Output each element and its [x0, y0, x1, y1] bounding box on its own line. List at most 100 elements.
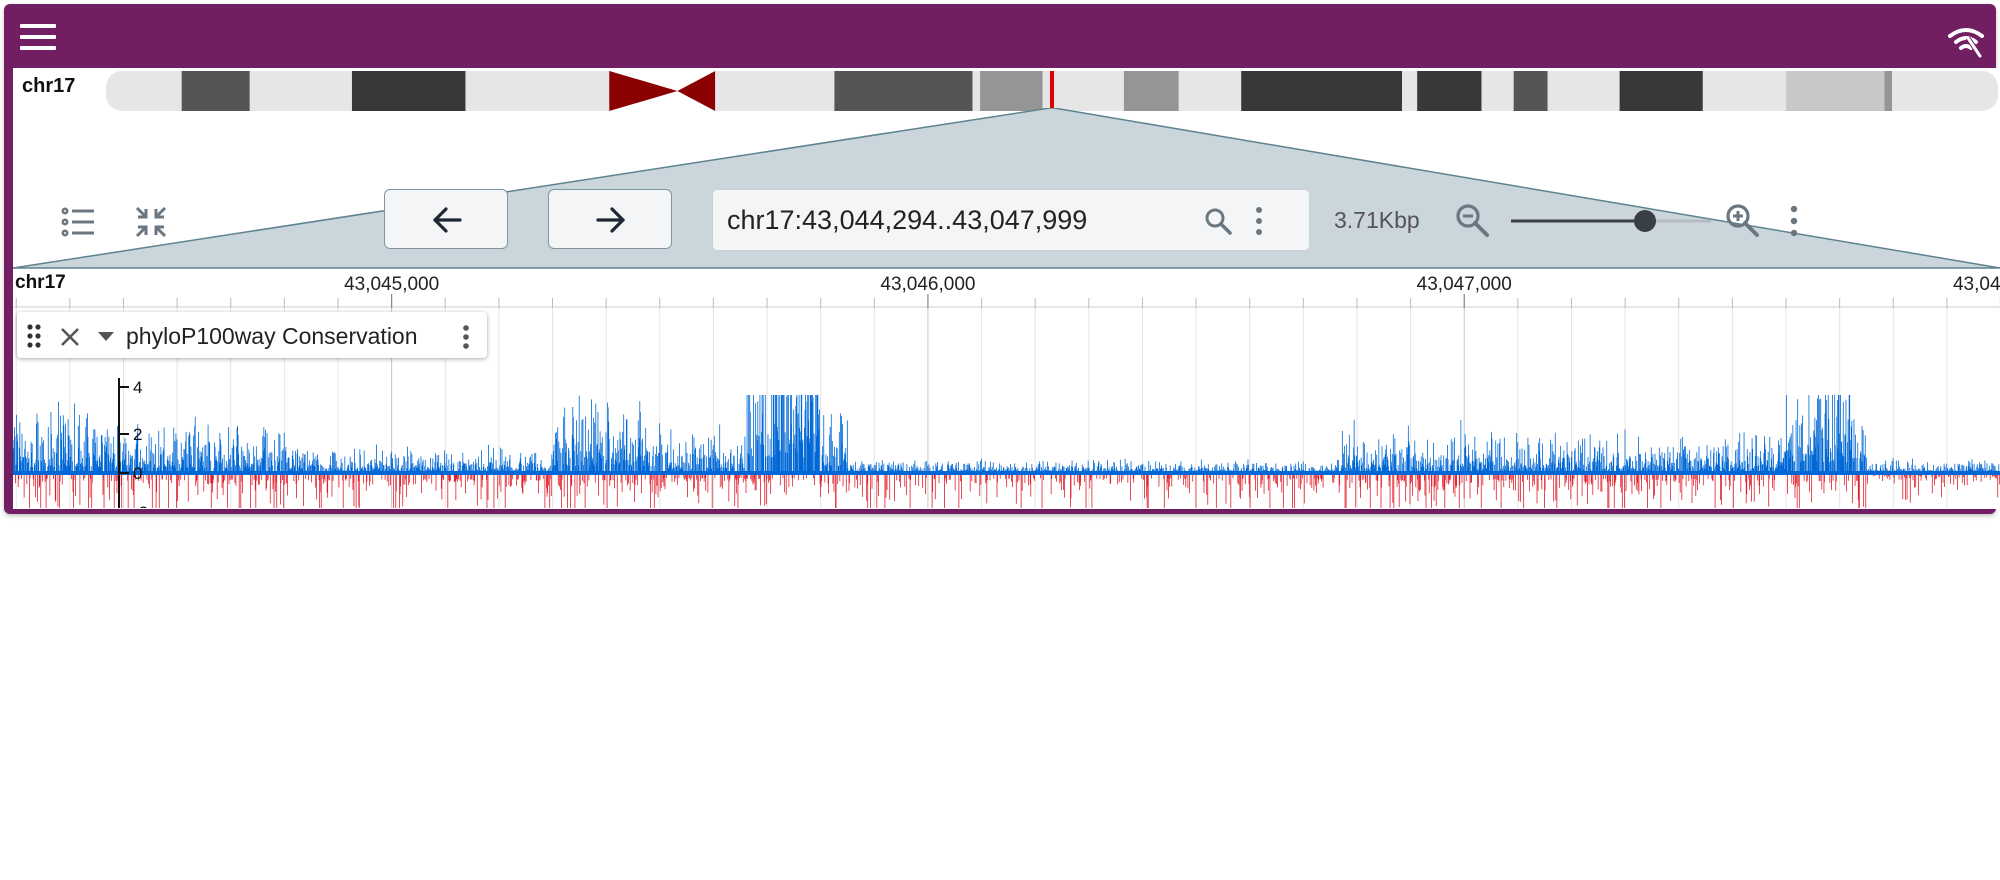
search-icon[interactable] — [1204, 207, 1232, 235]
vertical-dots-icon[interactable] — [1254, 206, 1264, 236]
zoom-slider-thumb[interactable] — [1634, 210, 1656, 232]
score-bar — [113, 436, 115, 473]
score-bar — [102, 442, 103, 473]
score-bar — [1647, 473, 1648, 508]
score-bar — [448, 459, 450, 473]
score-bar — [1740, 473, 1742, 493]
collapse-arrows-icon[interactable] — [134, 205, 168, 239]
score-bar — [1563, 458, 1565, 473]
zoom-in-icon[interactable] — [1724, 202, 1760, 238]
score-bar — [1433, 442, 1434, 473]
score-bar — [83, 441, 85, 473]
score-bar — [117, 426, 118, 473]
location-input[interactable] — [727, 200, 1187, 240]
vertical-dots-icon[interactable] — [461, 324, 471, 350]
score-bar — [557, 427, 559, 473]
score-bar — [23, 457, 24, 473]
score-bar — [1513, 473, 1514, 491]
score-bar — [664, 473, 666, 490]
score-bar — [1434, 473, 1436, 488]
score-bar — [569, 458, 571, 473]
score-bar — [1366, 452, 1368, 473]
score-bar — [831, 441, 833, 473]
score-bar — [1635, 456, 1637, 473]
score-bar — [37, 473, 38, 502]
score-bar — [319, 473, 321, 493]
hamburger-menu-icon[interactable] — [20, 24, 56, 52]
centromere-band — [609, 71, 678, 111]
score-bar — [1493, 473, 1495, 491]
score-bar — [563, 416, 565, 473]
cytoband — [1417, 71, 1482, 111]
score-bar — [657, 473, 659, 498]
score-bar — [34, 473, 36, 498]
score-bar — [884, 473, 886, 508]
score-bar — [885, 473, 887, 498]
score-bar — [228, 427, 229, 473]
score-bar — [1570, 473, 1572, 500]
forward-button[interactable] — [548, 189, 672, 249]
score-bar — [127, 473, 129, 508]
wifi-signal-icon[interactable] — [1946, 22, 1986, 58]
vertical-dots-icon[interactable] — [1789, 205, 1799, 237]
score-bar — [616, 452, 618, 473]
score-bar — [597, 412, 599, 473]
score-bar — [1567, 455, 1569, 473]
score-bar — [1762, 473, 1764, 487]
score-bar — [1532, 473, 1534, 487]
score-bar — [56, 434, 58, 473]
drag-handle-icon[interactable] — [27, 324, 41, 348]
score-bar — [1147, 473, 1149, 508]
cytoband — [1481, 71, 1514, 111]
score-bar — [746, 395, 748, 473]
cytoband — [106, 71, 182, 111]
score-bar — [1606, 440, 1608, 473]
score-bar — [1584, 438, 1586, 473]
score-bar — [1552, 451, 1554, 473]
close-icon[interactable] — [59, 326, 81, 348]
score-bar — [657, 456, 658, 473]
score-bar — [223, 454, 225, 473]
score-bar — [1403, 457, 1404, 473]
score-bar — [1653, 473, 1654, 499]
score-bar — [348, 473, 350, 488]
track-list-icon[interactable] — [61, 206, 95, 238]
score-bar — [587, 429, 589, 473]
score-bar — [839, 413, 841, 473]
score-bar — [1311, 473, 1313, 488]
chromosome-ideogram[interactable] — [106, 71, 1998, 111]
score-bar — [1206, 473, 1208, 495]
back-button[interactable] — [384, 189, 508, 249]
score-bar — [846, 420, 848, 473]
score-bar — [1931, 473, 1933, 494]
score-bar — [1798, 446, 1800, 473]
negative-scores — [15, 473, 2000, 508]
score-bar — [395, 473, 397, 492]
score-bar — [1767, 451, 1769, 473]
score-bar — [110, 443, 112, 473]
score-bar — [1857, 442, 1859, 473]
score-bar — [581, 420, 583, 473]
score-bar — [1298, 473, 1300, 488]
score-bar — [238, 454, 240, 473]
scale-ruler[interactable]: 43,045,000 43,046,000 43,047,000 43,048,000 — [13, 268, 2000, 308]
score-bar — [266, 473, 267, 489]
score-bar — [693, 437, 695, 473]
score-bar — [1412, 473, 1414, 496]
score-bar — [78, 414, 80, 473]
score-bar — [1478, 473, 1479, 488]
zoom-out-icon[interactable] — [1454, 202, 1490, 238]
cytoband — [465, 71, 610, 111]
score-bar — [130, 458, 132, 473]
score-bar — [1500, 473, 1502, 508]
score-bar — [1786, 450, 1788, 473]
zoom-slider[interactable] — [1501, 206, 1715, 236]
score-bar — [1355, 473, 1357, 508]
score-bar — [692, 454, 694, 473]
score-bar — [805, 401, 807, 473]
score-bar — [744, 436, 746, 473]
score-bar — [148, 433, 150, 473]
score-bar — [765, 456, 767, 473]
score-bar — [641, 473, 642, 494]
triangle-down-icon[interactable] — [97, 331, 115, 343]
